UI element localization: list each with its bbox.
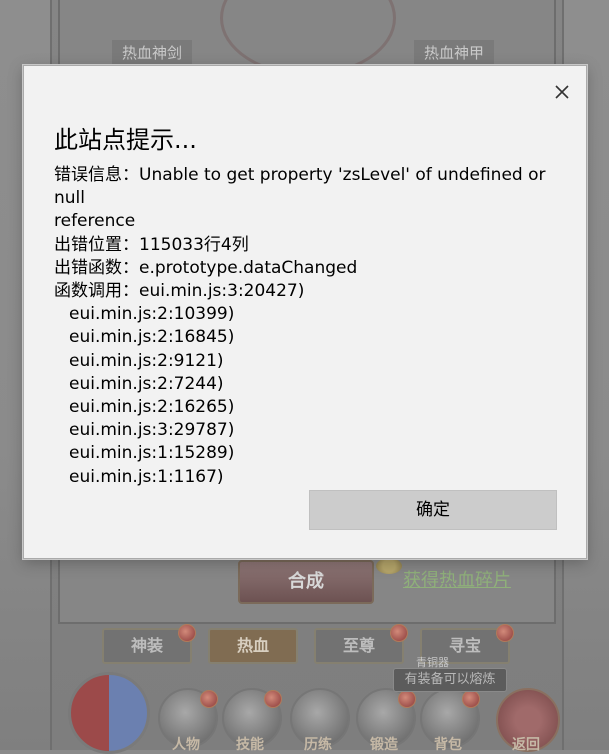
notification-dot-icon — [398, 690, 416, 708]
stack-frame: eui.min.js:2:16265) — [69, 397, 235, 418]
menu-label-forge: 锻造 — [370, 737, 398, 753]
stack-frame: eui.min.js:2:9121) — [69, 350, 224, 371]
taiji-icon[interactable] — [68, 672, 150, 754]
notification-dot-icon — [390, 624, 408, 642]
coin-icon — [376, 558, 402, 574]
notification-dot-icon — [496, 624, 514, 642]
menu-label-skills: 技能 — [236, 737, 264, 753]
stack-frame: eui.min.js:1:1167) — [69, 466, 224, 487]
stack-frame: eui.min.js:2:10399) — [69, 304, 235, 325]
combine-button[interactable]: 合成 — [238, 560, 374, 604]
notification-dot-icon — [178, 624, 196, 642]
menu-label-character: 人物 — [172, 737, 200, 753]
menu-label-bag: 背包 — [434, 737, 462, 753]
notification-dot-icon — [264, 690, 282, 708]
dialog-message: 错误信息：Unable to get property 'zsLevel' of… — [54, 164, 564, 489]
close-icon — [555, 85, 569, 99]
call-stack-line: 函数调用：eui.min.js:3:20427) — [54, 281, 305, 302]
smelt-tip: 有装备可以熔炼 — [393, 668, 507, 692]
notification-dot-icon — [462, 690, 480, 708]
alert-dialog: 此站点提示... 错误信息：Unable to get property 'zs… — [23, 65, 587, 559]
error-message-line: reference — [54, 211, 136, 232]
obtain-fragments-link[interactable]: 获得热血碎片 — [403, 566, 511, 592]
menu-label-training: 历练 — [304, 737, 332, 753]
ok-button[interactable]: 确定 — [309, 490, 557, 530]
stack-frame: eui.min.js:2:16845) — [69, 327, 235, 348]
error-location-line: 出错位置：115033行4列 — [54, 234, 249, 255]
close-button[interactable] — [550, 80, 574, 104]
error-message-line: 错误信息：Unable to get property 'zsLevel' of… — [54, 165, 546, 209]
stack-frame: eui.min.js:3:29787) — [69, 420, 235, 441]
error-function-line: 出错函数：e.prototype.dataChanged — [54, 257, 358, 278]
stack-frame: eui.min.js:1:15289) — [69, 443, 235, 464]
back-label: 返回 — [512, 737, 540, 753]
notification-dot-icon — [200, 690, 218, 708]
stack-frame: eui.min.js:2:7244) — [69, 373, 224, 394]
sub-tab-rexue[interactable]: 热血 — [208, 628, 298, 664]
dialog-title: 此站点提示... — [54, 126, 197, 154]
